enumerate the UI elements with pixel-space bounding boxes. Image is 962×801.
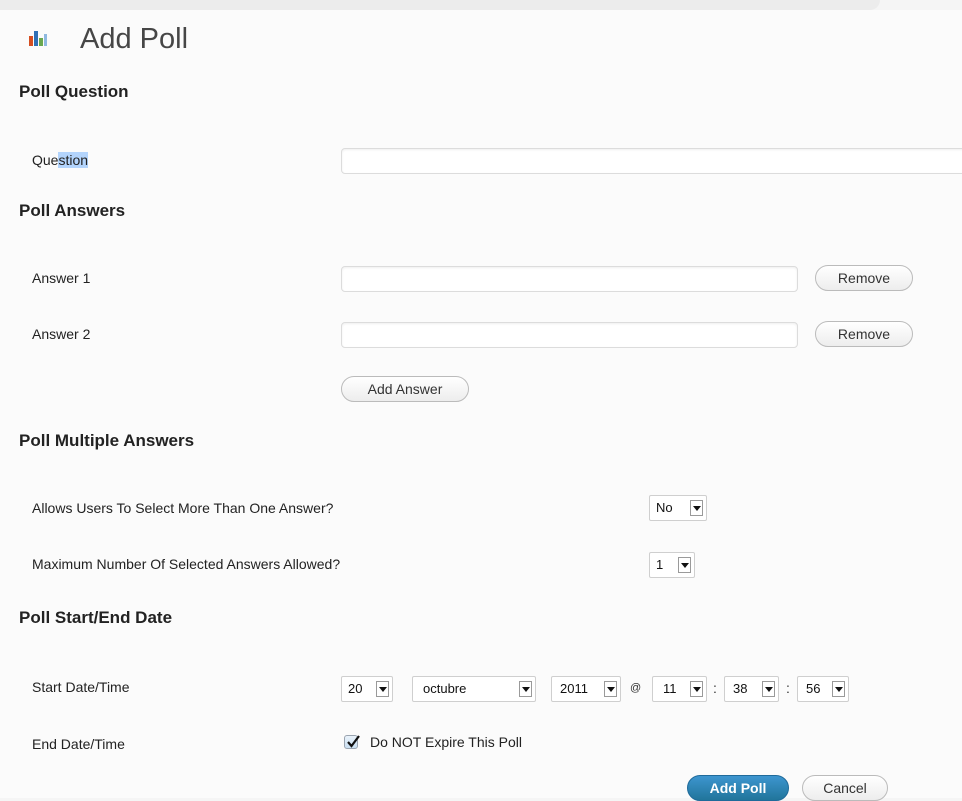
chevron-down-icon bbox=[519, 681, 532, 697]
section-heading-answers: Poll Answers bbox=[19, 201, 126, 220]
at-separator: @ bbox=[630, 682, 642, 694]
max-answers-select[interactable]: 1 bbox=[649, 552, 695, 578]
time-separator: : bbox=[786, 680, 790, 696]
chevron-down-icon bbox=[832, 681, 845, 697]
question-input[interactable] bbox=[341, 148, 962, 174]
question-label: Question bbox=[32, 151, 89, 169]
page-title: Add Poll bbox=[80, 23, 189, 55]
remove-answer-2-button[interactable]: Remove bbox=[815, 321, 913, 347]
add-answer-button[interactable]: Add Answer bbox=[341, 376, 469, 402]
start-day-value: 20 bbox=[348, 681, 363, 696]
checkmark-icon bbox=[347, 735, 360, 748]
chevron-down-icon bbox=[690, 500, 703, 516]
allow-multiple-label: Allows Users To Select More Than One Ans… bbox=[32, 500, 334, 516]
answer-2-input[interactable] bbox=[341, 322, 798, 348]
start-hour-value: 11 bbox=[663, 681, 677, 696]
cancel-button[interactable]: Cancel bbox=[802, 775, 888, 801]
chevron-down-icon bbox=[762, 681, 775, 697]
answer-2-label: Answer 2 bbox=[32, 326, 91, 342]
start-month-select[interactable]: octubre bbox=[412, 676, 536, 702]
start-hour-select[interactable]: 11 bbox=[652, 676, 707, 702]
section-heading-question: Poll Question bbox=[19, 82, 129, 101]
top-bar bbox=[0, 0, 880, 10]
start-year-value: 2011 bbox=[560, 681, 588, 696]
start-minute-select[interactable]: 38 bbox=[724, 676, 779, 702]
answer-1-input[interactable] bbox=[341, 266, 798, 292]
start-month-value: octubre bbox=[423, 681, 467, 696]
start-second-select[interactable]: 56 bbox=[797, 676, 849, 702]
start-year-select[interactable]: 2011 bbox=[551, 676, 621, 702]
chevron-down-icon bbox=[604, 681, 617, 697]
question-label-prefix: Que bbox=[32, 152, 59, 168]
start-minute-value: 38 bbox=[733, 681, 748, 696]
start-day-select[interactable]: 20 bbox=[341, 676, 393, 702]
section-heading-multiple: Poll Multiple Answers bbox=[19, 431, 195, 450]
chevron-down-icon bbox=[678, 557, 691, 573]
allow-multiple-select[interactable]: No bbox=[649, 495, 707, 521]
remove-answer-1-button[interactable]: Remove bbox=[815, 265, 913, 291]
start-datetime-label: Start Date/Time bbox=[32, 679, 130, 695]
start-second-value: 56 bbox=[806, 681, 821, 696]
add-poll-button[interactable]: Add Poll bbox=[687, 775, 789, 801]
question-label-selected: stion bbox=[58, 152, 89, 168]
section-heading-date: Poll Start/End Date bbox=[19, 608, 173, 627]
max-answers-value: 1 bbox=[656, 557, 664, 572]
chevron-down-icon bbox=[690, 681, 703, 697]
end-datetime-label: End Date/Time bbox=[32, 736, 125, 752]
bar-chart-icon bbox=[28, 30, 48, 46]
no-expire-checkbox[interactable] bbox=[344, 735, 360, 749]
max-answers-label: Maximum Number Of Selected Answers Allow… bbox=[32, 556, 341, 572]
allow-multiple-value: No bbox=[656, 500, 673, 515]
no-expire-label: Do NOT Expire This Poll bbox=[370, 734, 522, 750]
chevron-down-icon bbox=[376, 681, 389, 697]
answer-1-label: Answer 1 bbox=[32, 270, 91, 286]
time-separator: : bbox=[713, 680, 717, 696]
